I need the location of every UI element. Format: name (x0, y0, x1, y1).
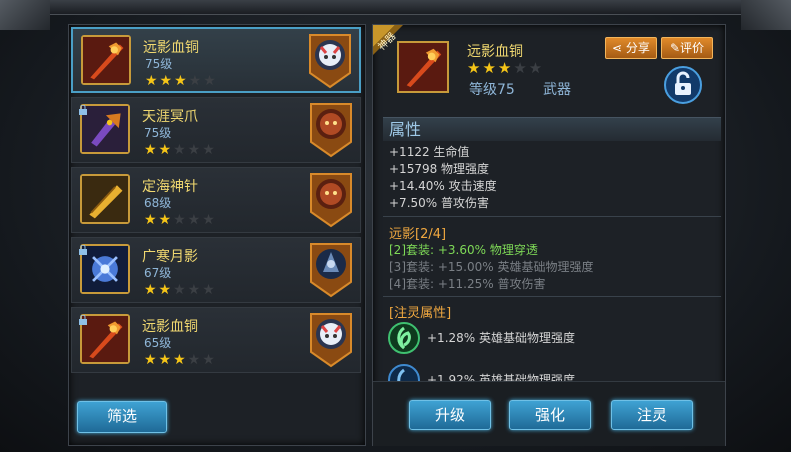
filter-button[interactable]: 筛选 (77, 401, 167, 433)
set-bonus-title: 远影[2/4] (389, 227, 447, 242)
action-bar: 升级 强化 注灵 (373, 381, 725, 446)
blood-mace-icon (399, 43, 447, 91)
item-name: 天涯冥爪 (142, 109, 198, 125)
item-list[interactable]: 远影血铜 75级 ★★★★★ 天涯冥爪 75级 ★★★★★ 定海神针 68级 ★… (71, 27, 361, 379)
item-name: 远影血铜 (143, 40, 199, 56)
item-stars: ★★★★★ (144, 282, 217, 298)
blood-mace-icon (82, 316, 128, 362)
item-level: 75级 (144, 126, 172, 140)
item-thumbnail (81, 35, 131, 85)
stat-line: +7.50% 普攻伤害 (389, 196, 489, 210)
corner-ornament (741, 0, 791, 30)
stat-line: +15798 物理强度 (389, 162, 490, 176)
divider (383, 296, 721, 297)
rate-button[interactable]: ✎评价 (661, 37, 713, 59)
share-button[interactable]: ⋖ 分享 (605, 37, 657, 59)
item-level: 68级 (144, 196, 172, 210)
knight-hero-badge-icon (308, 242, 354, 298)
lock-icon (78, 240, 88, 255)
lock-icon (78, 310, 88, 325)
share-icon: ⋖ (612, 41, 626, 55)
detail-type: 武器 (543, 82, 571, 98)
divider (383, 216, 721, 217)
edit-icon: ✎ (669, 41, 681, 55)
list-item[interactable]: 广寒月影 67级 ★★★★★ (71, 237, 361, 303)
spirit-title: [注灵属性] (389, 306, 452, 321)
attributes-scroll[interactable]: +1122 生命值 +15798 物理强度 +14.40% 攻击速度 +7.50… (383, 141, 721, 381)
stat-line: +1122 生命值 (389, 145, 470, 159)
item-name: 定海神针 (142, 179, 198, 195)
item-stars: ★★★★★ (144, 352, 217, 368)
spirit-orb-icon (387, 321, 421, 355)
blood-mace-icon (83, 37, 129, 83)
set-bonus-line: [4]套装: +11.25% 普攻伤害 (389, 277, 546, 291)
item-thumbnail (80, 174, 130, 224)
list-item[interactable]: 远影血铜 75级 ★★★★★ (71, 27, 361, 93)
item-stars: ★★★★★ (144, 142, 217, 158)
spirit-orb-icon (387, 363, 421, 381)
stat-line: +14.40% 攻击速度 (389, 179, 497, 193)
detail-stars: ★★★★★ (467, 59, 545, 77)
spirit-line: +1.28% 英雄基础物理强度 (427, 331, 575, 345)
warrior-hero-badge-icon (308, 102, 354, 158)
list-item[interactable]: 天涯冥爪 75级 ★★★★★ (71, 97, 361, 163)
item-level: 67级 (144, 266, 172, 280)
set-bonus-line: [2]套装: +3.60% 物理穿透 (389, 243, 538, 257)
item-stars: ★★★★★ (145, 73, 218, 89)
top-border (0, 0, 791, 15)
set-bonus-line: [3]套装: +15.00% 英雄基础物理强度 (389, 260, 594, 274)
ghost-hero-badge-icon (308, 312, 354, 368)
corner-ornament (0, 0, 50, 30)
infuse-button[interactable]: 注灵 (611, 400, 693, 430)
list-item[interactable]: 定海神针 68级 ★★★★★ (71, 167, 361, 233)
item-stars: ★★★★★ (144, 212, 217, 228)
rate-label: 评价 (680, 41, 705, 55)
claw-icon (82, 106, 128, 152)
upgrade-button[interactable]: 升级 (409, 400, 491, 430)
item-level: 75级 (145, 57, 173, 71)
detail-thumbnail (397, 41, 449, 93)
share-label: 分享 (625, 41, 650, 55)
ghost-hero-badge-icon (307, 33, 353, 89)
item-name: 广寒月影 (142, 249, 198, 265)
attributes-heading: 属性 (383, 117, 721, 141)
golden-staff-icon (82, 176, 128, 222)
moon-shadow-icon (82, 246, 128, 292)
list-item[interactable]: 远影血铜 65级 ★★★★★ (71, 307, 361, 373)
spirit-line: +1.92% 英雄基础物理强度 (427, 373, 575, 381)
item-detail-panel: 神器 远影血铜 ★★★★★ 等级75 武器 ⋖ 分享 ✎评价 属性 +1122 … (372, 24, 726, 446)
item-level: 65级 (144, 336, 172, 350)
lock-icon (78, 100, 88, 115)
enhance-button[interactable]: 强化 (509, 400, 591, 430)
item-name: 远影血铜 (142, 319, 198, 335)
detail-item-name: 远影血铜 (467, 44, 523, 60)
detail-level: 等级75 (469, 82, 515, 98)
warrior-hero-badge-icon (308, 172, 354, 228)
item-list-panel: 远影血铜 75级 ★★★★★ 天涯冥爪 75级 ★★★★★ 定海神针 68级 ★… (68, 24, 366, 446)
unlock-icon[interactable] (663, 65, 703, 105)
